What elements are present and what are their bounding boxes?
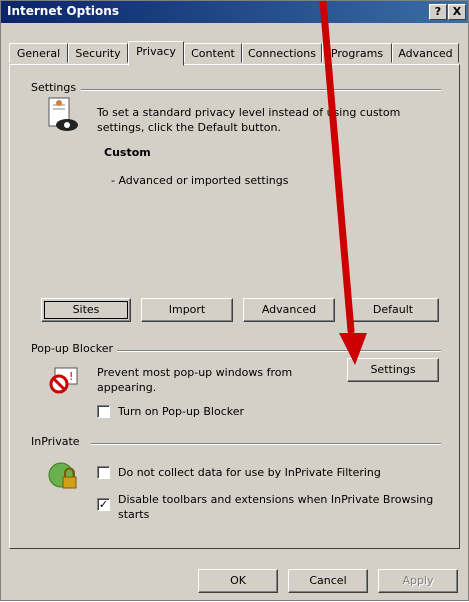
inprivate-icon — [48, 462, 77, 489]
title-bar[interactable]: Internet Options ? X — [1, 1, 468, 23]
inprivate-filtering-checkbox[interactable] — [97, 466, 110, 479]
privacy-level-name: Custom — [104, 146, 151, 159]
help-button[interactable]: ? — [429, 4, 447, 20]
popup-blocked-icon: ! — [49, 367, 78, 394]
internet-options-dialog: Internet Options ? X General Security Pr… — [0, 0, 469, 601]
settings-description: To set a standard privacy level instead … — [97, 106, 401, 134]
popup-group-label: Pop-up Blocker — [31, 342, 118, 355]
popup-settings-button[interactable]: Settings — [347, 358, 439, 382]
import-button[interactable]: Import — [141, 298, 233, 322]
inprivate-filtering-label[interactable]: Do not collect data for use by InPrivate… — [118, 465, 438, 480]
window-title: Internet Options — [7, 4, 119, 18]
inprivate-group-label: InPrivate — [31, 435, 84, 448]
tab-content[interactable]: Content — [184, 43, 242, 63]
cancel-button[interactable]: Cancel — [288, 569, 368, 593]
popup-description: Prevent most pop-up windows from appeari… — [97, 366, 293, 394]
ok-button[interactable]: OK — [198, 569, 278, 593]
advanced-button[interactable]: Advanced — [243, 298, 335, 322]
svg-text:!: ! — [69, 370, 73, 383]
popup-divider — [111, 350, 441, 352]
popup-blocker-checkbox-label[interactable]: Turn on Pop-up Blocker — [118, 404, 244, 419]
disable-toolbars-checkbox[interactable]: ✓ — [97, 498, 110, 511]
tab-advanced[interactable]: Advanced — [392, 43, 459, 63]
disable-toolbars-label[interactable]: Disable toolbars and extensions when InP… — [118, 492, 438, 522]
tab-general[interactable]: General — [9, 43, 68, 63]
privacy-certificate-icon — [48, 97, 78, 131]
tab-privacy[interactable]: Privacy — [128, 41, 184, 66]
tab-security[interactable]: Security — [68, 43, 128, 63]
inprivate-divider — [91, 443, 441, 445]
popup-blocker-checkbox[interactable] — [97, 405, 110, 418]
privacy-level-detail: - Advanced or imported settings — [111, 174, 289, 187]
close-button[interactable]: X — [448, 4, 466, 20]
sites-button[interactable]: Sites — [41, 298, 131, 322]
tab-programs[interactable]: Programs — [322, 43, 392, 63]
tab-connections[interactable]: Connections — [242, 43, 322, 63]
default-button[interactable]: Default — [347, 298, 439, 322]
check-mark: ✓ — [98, 498, 109, 511]
settings-divider — [81, 89, 441, 91]
apply-button[interactable]: Apply — [378, 569, 458, 593]
settings-group-label: Settings — [31, 81, 81, 94]
